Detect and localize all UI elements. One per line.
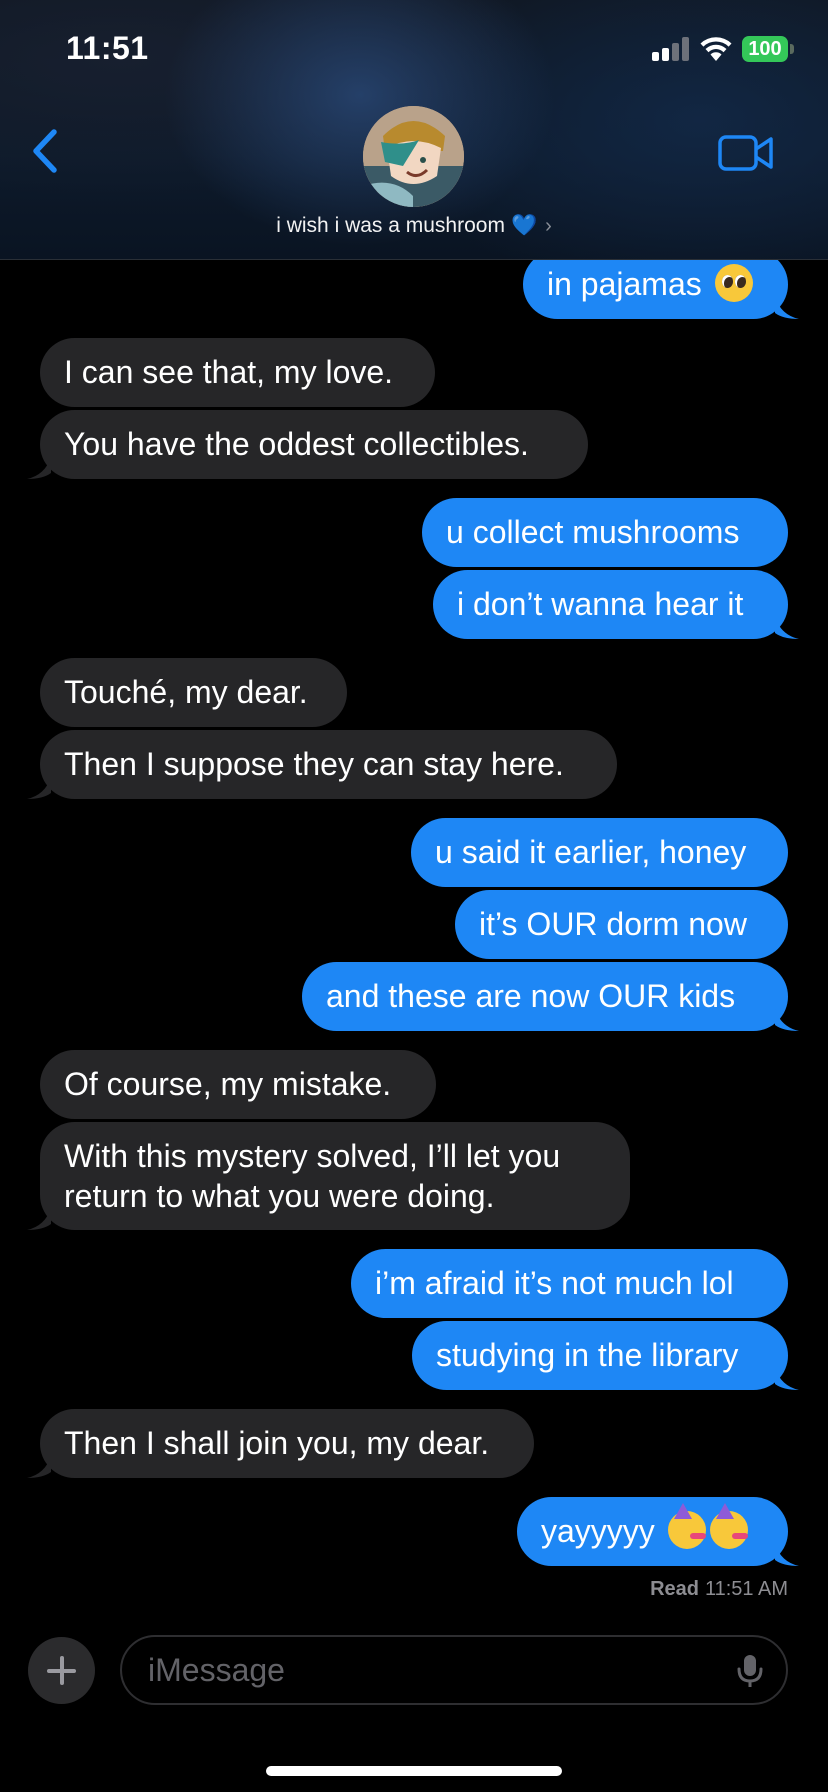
- facetime-video-button[interactable]: [718, 134, 774, 172]
- message-input-placeholder: iMessage: [148, 1652, 285, 1688]
- message-text: yayyyyy: [541, 1513, 655, 1549]
- read-receipt: Read 11:51 AM: [650, 1578, 788, 1601]
- outgoing-message[interactable]: i’m afraid it’s not much lol: [351, 1249, 788, 1318]
- bubble-tail: [775, 1368, 799, 1390]
- incoming-message[interactable]: Of course, my mistake.: [40, 1050, 436, 1119]
- bubble-tail: [27, 777, 51, 799]
- incoming-message[interactable]: You have the oddest collectibles.: [40, 410, 588, 479]
- blue-heart-icon: 💙: [510, 214, 538, 237]
- read-label: Read: [650, 1578, 699, 1600]
- outgoing-message[interactable]: it’s OUR dorm now: [455, 890, 788, 959]
- message-text: You have the oddest collectibles.: [64, 426, 529, 462]
- pleading-face-emoji: [714, 264, 753, 302]
- conversation-header: 11:51 100 i wish i was a mushroom 💙 ›: [0, 0, 828, 260]
- message-text: Then I suppose they can stay here.: [64, 746, 564, 782]
- bubble-tail: [775, 1544, 799, 1566]
- bubble-tail: [27, 1208, 51, 1230]
- wifi-icon: [700, 37, 732, 61]
- message-text: Touché, my dear.: [64, 674, 308, 710]
- outgoing-message[interactable]: in pajamas: [523, 250, 788, 319]
- bubble-tail: [27, 457, 51, 479]
- outgoing-message[interactable]: and these are now OUR kids: [302, 962, 788, 1031]
- outgoing-message[interactable]: studying in the library: [412, 1321, 788, 1390]
- contact-name: i wish i was a mushroom: [276, 214, 505, 237]
- bubble-tail: [27, 1456, 51, 1478]
- incoming-message[interactable]: With this mystery solved, I’ll let you r…: [40, 1122, 630, 1230]
- message-text: studying in the library: [436, 1337, 739, 1373]
- incoming-message[interactable]: Then I shall join you, my dear.: [40, 1409, 534, 1478]
- read-time: 11:51 AM: [704, 1578, 788, 1600]
- home-indicator[interactable]: [266, 1766, 562, 1776]
- status-bar-time: 11:51: [66, 30, 149, 66]
- message-text: u said it earlier, honey: [435, 834, 747, 870]
- bubble-tail: [775, 1009, 799, 1031]
- bubble-tail: [775, 617, 799, 639]
- message-text: i don’t wanna hear it: [457, 586, 744, 622]
- battery-indicator: 100: [742, 36, 788, 62]
- incoming-message[interactable]: I can see that, my love.: [40, 338, 435, 407]
- message-text: i’m afraid it’s not much lol: [375, 1265, 734, 1301]
- message-text: With this mystery solved, I’ll let you r…: [64, 1138, 561, 1214]
- incoming-message[interactable]: Then I suppose they can stay here.: [40, 730, 617, 799]
- battery-cap: [790, 44, 794, 54]
- back-button[interactable]: [26, 126, 66, 176]
- cellular-signal-icon: [652, 37, 690, 61]
- video-camera-icon: [718, 135, 773, 171]
- microphone-icon: [737, 1655, 763, 1687]
- outgoing-message[interactable]: yayyyyy: [517, 1497, 788, 1566]
- outgoing-message[interactable]: u collect mushrooms: [422, 498, 788, 567]
- message-text: Then I shall join you, my dear.: [64, 1425, 490, 1461]
- message-input[interactable]: iMessage: [120, 1635, 788, 1705]
- message-text: I can see that, my love.: [64, 354, 394, 390]
- chevron-left-icon: [33, 129, 57, 173]
- incoming-message[interactable]: Touché, my dear.: [40, 658, 347, 727]
- chevron-right-icon: ›: [545, 215, 552, 237]
- message-text: it’s OUR dorm now: [479, 906, 747, 942]
- apps-plus-button[interactable]: [28, 1637, 95, 1704]
- message-text: and these are now OUR kids: [326, 978, 736, 1014]
- partying-face-emoji: [667, 1503, 706, 1549]
- message-text: Of course, my mistake.: [64, 1066, 392, 1102]
- bubble-tail: [775, 297, 799, 319]
- contact-name-button[interactable]: i wish i was a mushroom 💙 ›: [0, 214, 828, 238]
- partying-face-emoji: [709, 1503, 748, 1549]
- microphone-button[interactable]: [736, 1654, 764, 1688]
- outgoing-message[interactable]: u said it earlier, honey: [411, 818, 788, 887]
- message-text: in pajamas: [547, 266, 702, 302]
- contact-avatar[interactable]: [363, 106, 464, 207]
- message-text: u collect mushrooms: [446, 514, 740, 550]
- outgoing-message[interactable]: i don’t wanna hear it: [433, 570, 788, 639]
